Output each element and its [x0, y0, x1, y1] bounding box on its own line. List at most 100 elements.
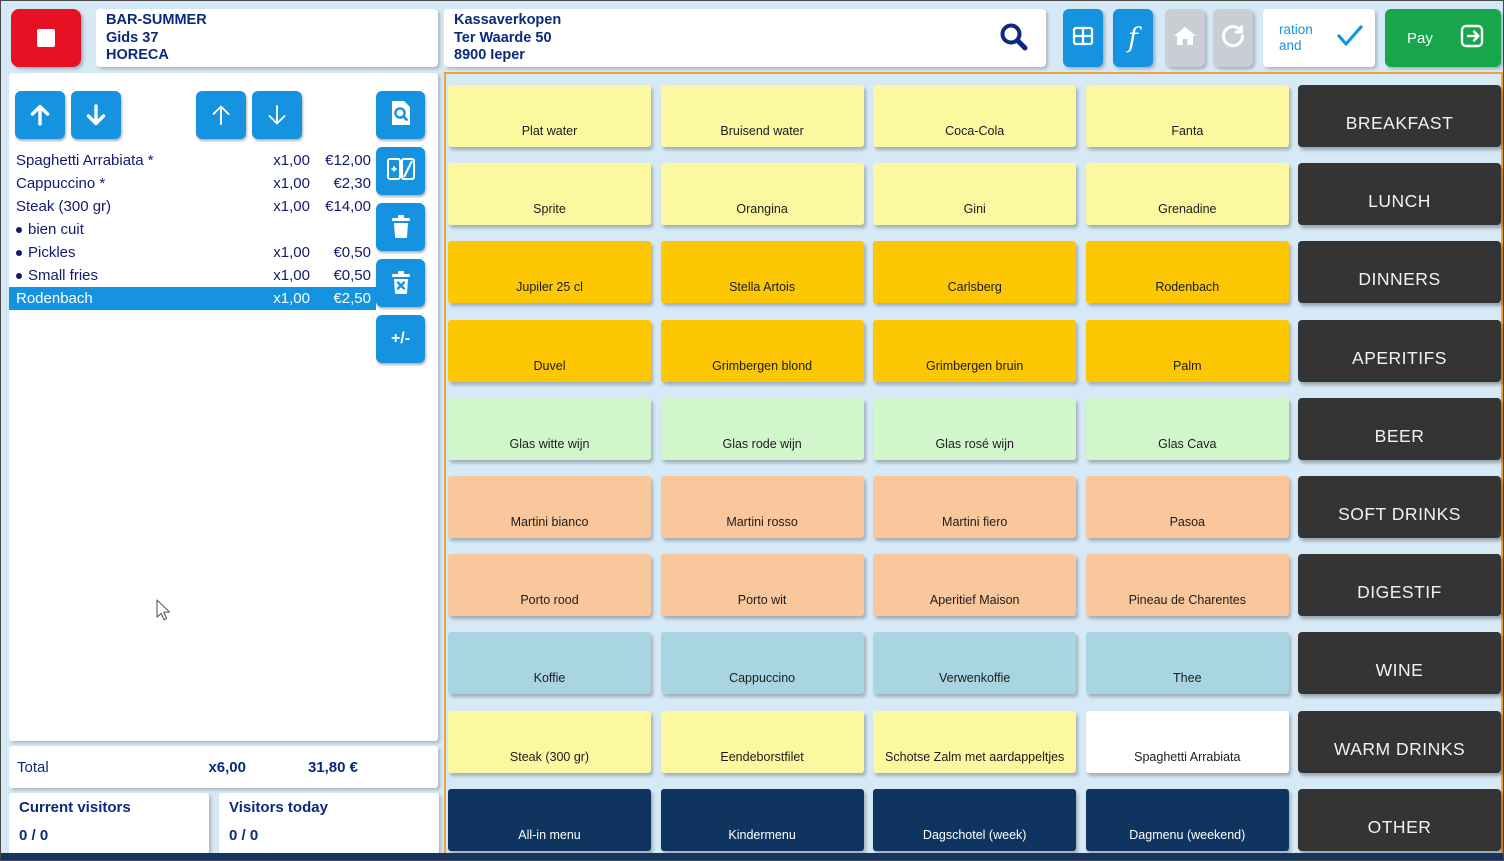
category-button-lunch[interactable]: LUNCH [1298, 163, 1501, 225]
order-item-qty: x1,00 [240, 267, 310, 284]
product-tile[interactable]: Dagschotel (week) [873, 789, 1076, 851]
product-tile[interactable]: Porto wit [661, 554, 864, 616]
order-item-name: Cappuccino * [16, 175, 240, 192]
product-tile[interactable]: Glas witte wijn [448, 398, 651, 460]
window-bottom-edge [1, 853, 1503, 860]
bullet-icon [16, 273, 22, 279]
category-button-warm-drinks[interactable]: WARM DRINKS [1298, 711, 1501, 773]
product-tile[interactable]: Verwenkoffie [873, 632, 1076, 694]
order-line[interactable]: Steak (300 gr)x1,00€14,00 [9, 195, 376, 218]
product-tile[interactable]: Gini [873, 163, 1076, 225]
product-tile[interactable]: Rodenbach [1086, 241, 1289, 303]
product-tile[interactable]: Duvel [448, 320, 651, 382]
product-tile[interactable]: Thee [1086, 632, 1289, 694]
product-tile[interactable]: Fanta [1086, 85, 1289, 147]
product-tile[interactable]: Cappuccino [661, 632, 864, 694]
shop-city: 8900 Ieper [454, 47, 1046, 65]
grid-view-button[interactable] [1063, 9, 1103, 67]
product-tile[interactable]: Carlsberg [873, 241, 1076, 303]
order-line[interactable]: Small friesx1,00€0,50 [9, 264, 376, 287]
product-tile[interactable]: Orangina [661, 163, 864, 225]
arrow-up-icon [27, 102, 53, 128]
order-line[interactable]: bien cuit [9, 218, 376, 241]
pay-label: Pay [1407, 30, 1459, 47]
search-order-button[interactable] [376, 91, 425, 139]
product-tile[interactable]: Spaghetti Arrabiata [1086, 711, 1289, 773]
refresh-button[interactable] [1213, 9, 1253, 67]
registration-label-line1: ration [1279, 22, 1335, 38]
product-tile[interactable]: Martini fiero [873, 476, 1076, 538]
product-tile[interactable]: Grimbergen blond [661, 320, 864, 382]
scroll-up-button[interactable] [196, 91, 246, 139]
order-line[interactable]: Spaghetti Arrabiata *x1,00€12,00 [9, 149, 376, 172]
product-tile[interactable]: Kindermenu [661, 789, 864, 851]
order-item-name: Small fries [16, 267, 240, 284]
plus-minus-button[interactable]: +/- [376, 315, 425, 363]
product-tile[interactable]: Steak (300 gr) [448, 711, 651, 773]
pos-name: BAR-SUMMER [106, 12, 438, 30]
stop-square-icon [37, 29, 55, 47]
product-tile[interactable]: Porto rood [448, 554, 651, 616]
plus-minus-label: +/- [391, 330, 410, 348]
product-tile[interactable]: Grenadine [1086, 163, 1289, 225]
product-tile[interactable]: Jupiler 25 cl [448, 241, 651, 303]
product-tile[interactable]: Dagmenu (weekend) [1086, 789, 1289, 851]
product-tile[interactable]: Grimbergen bruin [873, 320, 1076, 382]
order-item-name: bien cuit [16, 221, 240, 238]
product-tile[interactable]: Aperitief Maison [873, 554, 1076, 616]
category-button-breakfast[interactable]: BREAKFAST [1298, 85, 1501, 147]
product-tile[interactable]: Schotse Zalm met aardappeltjes [873, 711, 1076, 773]
product-tile[interactable]: Koffie [448, 632, 651, 694]
stop-button[interactable] [11, 9, 81, 67]
product-tile[interactable]: Plat water [448, 85, 651, 147]
product-tile[interactable]: Glas rosé wijn [873, 398, 1076, 460]
order-panel: Spaghetti Arrabiata *x1,00€12,00Cappucci… [9, 73, 438, 741]
order-line[interactable]: Rodenbachx1,00€2,50 [9, 287, 376, 310]
category-button-digestif[interactable]: DIGESTIF [1298, 554, 1501, 616]
order-item-qty: x1,00 [240, 244, 310, 261]
category-button-beer[interactable]: BEER [1298, 398, 1501, 460]
scroll-down-button[interactable] [252, 91, 302, 139]
product-tile[interactable]: Martini bianco [448, 476, 651, 538]
product-tile[interactable]: Coca-Cola [873, 85, 1076, 147]
order-item-qty: x1,00 [240, 290, 310, 307]
product-tile[interactable]: Glas Cava [1086, 398, 1289, 460]
search-icon[interactable] [994, 18, 1034, 58]
arrow-down-icon [264, 102, 290, 128]
trash-icon [389, 212, 413, 243]
split-order-button[interactable] [376, 147, 425, 195]
split-ticket-icon [386, 156, 416, 187]
total-label: Total [17, 759, 186, 776]
document-search-icon [388, 99, 414, 132]
product-tile[interactable]: All-in menu [448, 789, 651, 851]
category-button-soft-drinks[interactable]: SOFT DRINKS [1298, 476, 1501, 538]
total-amount: 31,80 € [246, 759, 358, 776]
product-tile[interactable]: Bruisend water [661, 85, 864, 147]
function-button[interactable]: f [1113, 9, 1153, 67]
category-button-aperitifs[interactable]: APERITIFS [1298, 320, 1501, 382]
product-tile[interactable]: Stella Artois [661, 241, 864, 303]
clear-order-button[interactable] [376, 259, 425, 307]
product-tile[interactable]: Pasoa [1086, 476, 1289, 538]
order-line[interactable]: Cappuccino *x1,00€2,30 [9, 172, 376, 195]
total-quantity: x6,00 [186, 759, 246, 776]
order-item-price: €14,00 [310, 198, 376, 215]
registration-toggle-button[interactable]: ration and [1263, 9, 1375, 67]
move-line-up-button[interactable] [15, 91, 65, 139]
home-button[interactable] [1165, 9, 1205, 67]
order-line[interactable]: Picklesx1,00€0,50 [9, 241, 376, 264]
product-tile[interactable]: Eendeborstfilet [661, 711, 864, 773]
pay-button[interactable]: Pay [1385, 9, 1501, 67]
move-line-down-button[interactable] [71, 91, 121, 139]
product-tile[interactable]: Sprite [448, 163, 651, 225]
delete-line-button[interactable] [376, 203, 425, 251]
order-item-name: Steak (300 gr) [16, 198, 240, 215]
product-tile[interactable]: Palm [1086, 320, 1289, 382]
product-tile[interactable]: Glas rode wijn [661, 398, 864, 460]
pos-header-card: BAR-SUMMER Gids 37 HORECA [96, 9, 438, 67]
category-button-dinners[interactable]: DINNERS [1298, 241, 1501, 303]
category-button-other[interactable]: OTHER [1298, 789, 1501, 851]
product-tile[interactable]: Martini rosso [661, 476, 864, 538]
category-button-wine[interactable]: WINE [1298, 632, 1501, 694]
product-tile[interactable]: Pineau de Charentes [1086, 554, 1289, 616]
